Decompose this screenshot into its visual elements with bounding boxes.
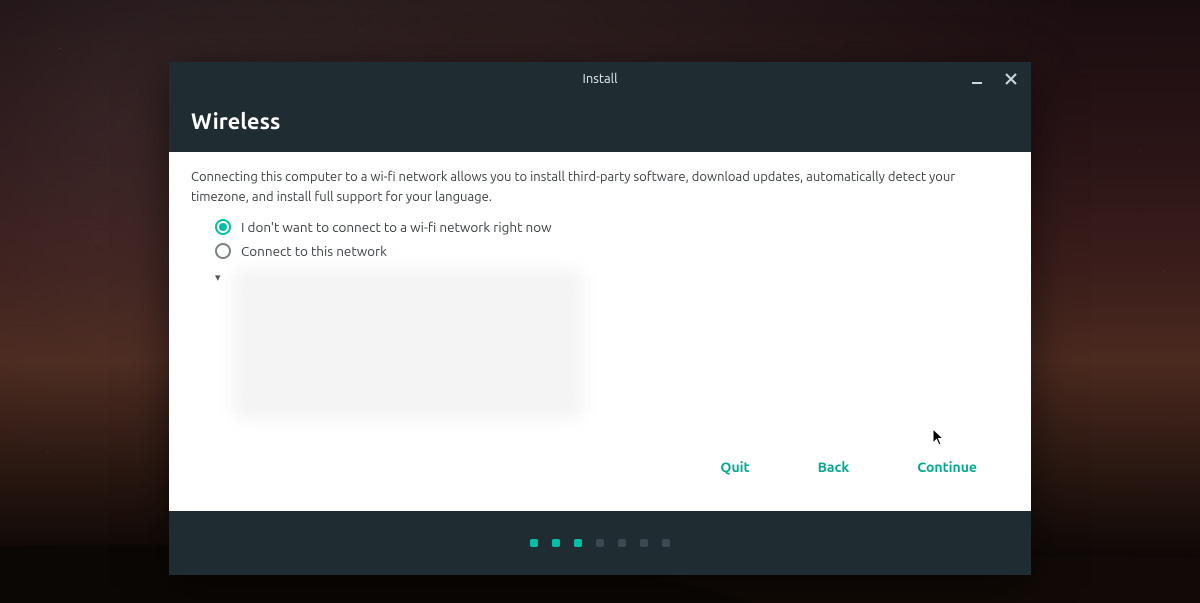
progress-dot (574, 539, 582, 547)
network-list[interactable] (233, 269, 583, 419)
close-button[interactable] (997, 65, 1025, 93)
titlebar: Install (169, 62, 1031, 95)
progress-dot (662, 539, 670, 547)
content-area: Connecting this computer to a wi-fi netw… (169, 152, 1031, 511)
minimize-icon (971, 73, 983, 85)
minimize-button[interactable] (963, 65, 991, 93)
page-heading: Wireless (169, 95, 1031, 152)
radio-no-connect[interactable]: I don't want to connect to a wi-fi netwo… (215, 215, 1009, 239)
page-description: Connecting this computer to a wi-fi netw… (191, 168, 981, 207)
progress-dot (596, 539, 604, 547)
radio-no-connect-label: I don't want to connect to a wi-fi netwo… (241, 219, 552, 235)
progress-dot (552, 539, 560, 547)
installer-window: Install Wireless Connecting this compute… (169, 62, 1031, 575)
window-title: Install (583, 72, 618, 86)
radio-icon (215, 219, 231, 235)
chevron-down-icon[interactable]: ▾ (215, 269, 225, 284)
radio-icon (215, 243, 231, 259)
radio-connect[interactable]: Connect to this network (215, 239, 1009, 263)
radio-connect-label: Connect to this network (241, 243, 387, 259)
network-selector: ▾ (215, 269, 1009, 419)
progress-dot (618, 539, 626, 547)
wifi-options: I don't want to connect to a wi-fi netwo… (191, 215, 1009, 263)
back-button[interactable]: Back (814, 453, 854, 481)
progress-dot (530, 539, 538, 547)
quit-button[interactable]: Quit (716, 453, 753, 481)
continue-button[interactable]: Continue (913, 453, 981, 481)
window-controls (963, 62, 1025, 95)
footer-buttons: Quit Back Continue (191, 445, 1009, 499)
progress-dot (640, 539, 648, 547)
close-icon (1005, 73, 1017, 85)
progress-dots (169, 511, 1031, 575)
